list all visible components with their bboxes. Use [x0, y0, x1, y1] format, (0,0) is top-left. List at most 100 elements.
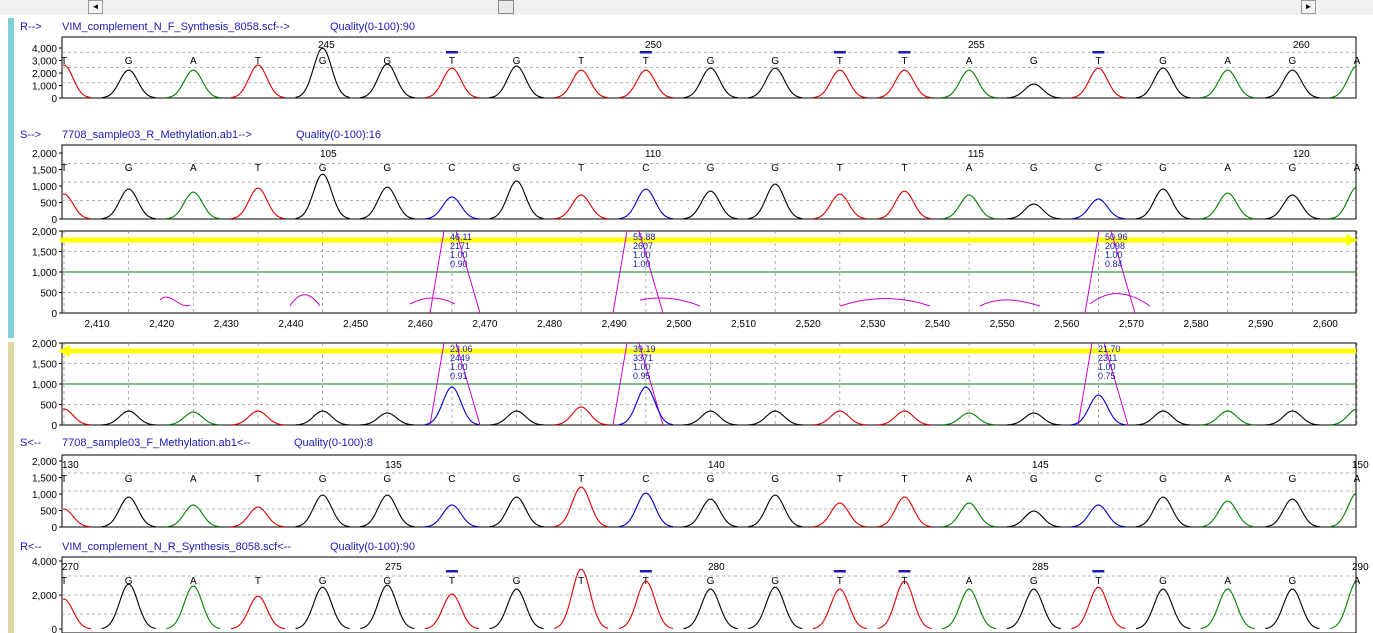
trace-peak — [230, 64, 286, 99]
base-position: 150 — [1352, 460, 1369, 471]
base-call: G — [125, 163, 133, 174]
trace-peak — [1329, 408, 1357, 426]
y-tick-label: 2,000 — [32, 69, 57, 80]
difference-track-forward: 2,000 1,500 1,000 500 0 2,410 2,420 2,430 2,440 2… — [32, 227, 1358, 330]
trace-peak — [230, 187, 286, 220]
base-call: T — [578, 474, 584, 485]
y-tick-label: 2,000 — [32, 339, 57, 350]
base-call: A — [1354, 56, 1361, 67]
trace-peak — [489, 496, 544, 528]
sample-reverse-track: S<-- 7708_sample03_F_Methylation.ab1<-- Qu… — [20, 437, 1369, 534]
trace-peak — [942, 69, 997, 99]
x-tick-label: 2,580 — [1184, 319, 1209, 330]
base-call: A — [190, 56, 197, 67]
y-tick-label: 4,000 — [32, 557, 57, 568]
y-tick-label: 500 — [40, 199, 57, 210]
trace-peak — [618, 492, 673, 528]
trace-peak — [618, 188, 673, 220]
y-tick-label: 500 — [40, 507, 57, 518]
base-call: G — [771, 474, 779, 485]
diff-peak-value: 0.84 — [1105, 259, 1123, 269]
trace-peak — [683, 498, 738, 528]
base-call: G — [1288, 576, 1296, 587]
base-call: C — [448, 474, 455, 485]
track-direction: R--> — [20, 21, 42, 33]
base-call: G — [125, 56, 133, 67]
base-call: G — [319, 576, 327, 587]
base-call: T — [643, 56, 649, 67]
x-tick-label: 2,410 — [84, 319, 109, 330]
chromatogram-view: R--> VIM_complement_N_F_Synthesis_8058.sc… — [20, 21, 1369, 633]
y-tick-label: 2,000 — [32, 227, 57, 238]
x-tick-label: 2,550 — [990, 319, 1015, 330]
trace-peak — [63, 508, 92, 528]
base-call: T — [255, 474, 261, 485]
base-call: G — [319, 474, 327, 485]
x-tick-label: 2,450 — [343, 319, 368, 330]
base-call: A — [190, 474, 197, 485]
base-call: G — [1288, 474, 1296, 485]
y-tick-label: 1,500 — [32, 248, 57, 259]
trace-peak — [1265, 194, 1320, 220]
base-call: G — [707, 56, 715, 67]
trace-peak — [748, 586, 803, 630]
trace-peak — [360, 186, 415, 220]
x-tick-label: 2,420 — [149, 319, 174, 330]
difference-track-reverse: 2,0001,5001,000500023.0624491.000.9139.1… — [32, 339, 1358, 432]
base-call: T — [61, 576, 67, 587]
base-call: G — [1159, 474, 1167, 485]
base-call: G — [319, 163, 327, 174]
y-tick-label: 0 — [51, 625, 57, 633]
trace-peak — [1200, 69, 1255, 99]
x-tick-label: 2,500 — [666, 319, 691, 330]
mismatch-flag — [833, 570, 846, 573]
base-call: G — [1030, 474, 1038, 485]
trace-peak — [1329, 580, 1357, 630]
base-call: C — [642, 474, 649, 485]
trace-peak — [1265, 69, 1320, 99]
trace-peak — [748, 183, 803, 220]
trace-peak — [554, 69, 609, 99]
trace-peak — [101, 69, 156, 99]
track-filename: 7708_sample03_R_Methylation.ab1--> — [62, 129, 252, 141]
base-call: C — [1095, 163, 1102, 174]
x-tick-label: 2,540 — [925, 319, 950, 330]
diff-peak-value: 0.90 — [450, 259, 468, 269]
base-call: A — [1354, 474, 1361, 485]
base-position: 290 — [1352, 562, 1369, 573]
base-call: T — [449, 56, 455, 67]
trace-peak — [1265, 498, 1320, 528]
base-call: G — [707, 576, 715, 587]
base-call: A — [1224, 163, 1231, 174]
x-tick-label: 2,560 — [1054, 319, 1079, 330]
trace-peak — [101, 496, 156, 528]
trace-peak — [63, 193, 92, 220]
base-call: G — [383, 163, 391, 174]
reference-forward-track: R--> VIM_complement_N_F_Synthesis_8058.sc… — [20, 21, 1361, 105]
trace-peak — [554, 486, 609, 528]
base-call: G — [1159, 163, 1167, 174]
trace-peak — [877, 190, 932, 220]
track-quality: Quality(0-100):16 — [296, 129, 381, 141]
y-tick-label: 2,000 — [32, 591, 57, 602]
y-tick-label: 1,000 — [32, 268, 57, 279]
base-call: G — [1288, 56, 1296, 67]
base-call: C — [642, 163, 649, 174]
y-tick-label: 1,000 — [32, 182, 57, 193]
base-call: T — [449, 576, 455, 587]
base-position: 260 — [1293, 40, 1310, 51]
base-call: T — [901, 56, 907, 67]
base-call: T — [61, 474, 67, 485]
trace-peak — [63, 64, 92, 99]
base-call: T — [255, 576, 261, 587]
base-position: 255 — [968, 40, 985, 51]
base-call: A — [1224, 56, 1231, 67]
trace-peak — [812, 502, 867, 528]
base-call: A — [966, 56, 973, 67]
y-tick-label: 500 — [40, 401, 57, 412]
base-call: A — [190, 163, 197, 174]
x-tick-label: 2,590 — [1248, 319, 1273, 330]
y-tick-label: 0 — [51, 215, 57, 226]
base-position: 135 — [385, 460, 402, 471]
mismatch-flag — [639, 51, 652, 54]
